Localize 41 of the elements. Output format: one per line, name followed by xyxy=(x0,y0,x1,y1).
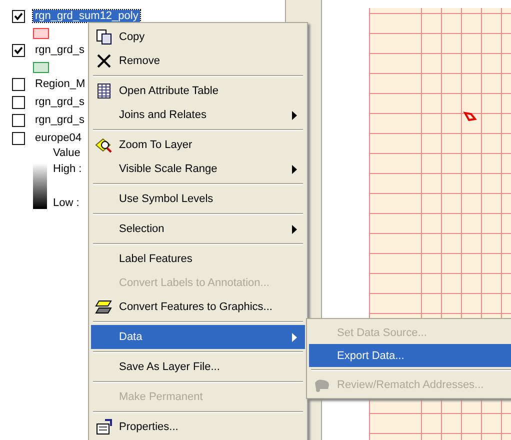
menu-item[interactable]: Zoom To Layer xyxy=(91,133,305,157)
layer-checkbox[interactable] xyxy=(12,96,25,108)
menu-item[interactable]: Label Features xyxy=(91,247,305,271)
submenu-arrow-icon xyxy=(292,224,297,234)
color-ramp xyxy=(33,163,47,209)
table-icon xyxy=(95,82,113,100)
submenu-arrow-icon xyxy=(292,164,297,174)
layer-name[interactable]: rgn_grd_s xyxy=(33,114,87,126)
menu-item[interactable]: Copy xyxy=(91,25,305,49)
legend-high-label: High : xyxy=(53,163,82,175)
layer-name[interactable]: rgn_grd_sum12_poly xyxy=(33,10,140,22)
layer-checkbox[interactable] xyxy=(12,132,25,144)
menu-item[interactable]: Joins and Relates xyxy=(91,103,305,127)
menu-item[interactable]: Save As Layer File... xyxy=(91,355,305,379)
menu-item[interactable]: Use Symbol Levels xyxy=(91,187,305,211)
layer-checkbox[interactable] xyxy=(12,10,25,22)
menu-item[interactable]: Selection xyxy=(91,217,305,241)
menu-item[interactable]: Properties... xyxy=(91,415,305,439)
zoom-icon xyxy=(95,136,113,154)
layer-checkbox[interactable] xyxy=(12,44,25,56)
menu-item[interactable]: Data xyxy=(91,325,305,349)
menu-item[interactable]: Visible Scale Range xyxy=(91,157,305,181)
legend-low-label: Low : xyxy=(53,197,80,209)
menu-item[interactable]: Export Data... xyxy=(309,344,511,367)
layer-name[interactable]: rgn_grd_s xyxy=(33,96,87,108)
submenu-arrow-icon xyxy=(292,110,297,120)
menu-item[interactable]: Open Attribute Table xyxy=(91,79,305,103)
layer-name[interactable]: europe04 xyxy=(33,132,84,144)
menu-item[interactable]: Convert Features to Graphics... xyxy=(91,295,305,319)
submenu-arrow-icon xyxy=(292,332,297,342)
properties-icon xyxy=(95,418,113,436)
polygon-feature xyxy=(463,112,477,122)
layer-name[interactable]: rgn_grd_s xyxy=(33,44,87,56)
layer-checkbox[interactable] xyxy=(12,114,25,126)
layer-checkbox[interactable] xyxy=(12,78,25,90)
copy-icon xyxy=(95,28,113,46)
shapes-icon xyxy=(95,298,113,316)
layer-name[interactable]: Region_M xyxy=(33,78,88,90)
legend-title: Value xyxy=(53,147,80,161)
close-icon xyxy=(95,52,113,70)
menu-item[interactable]: Remove xyxy=(91,49,305,73)
